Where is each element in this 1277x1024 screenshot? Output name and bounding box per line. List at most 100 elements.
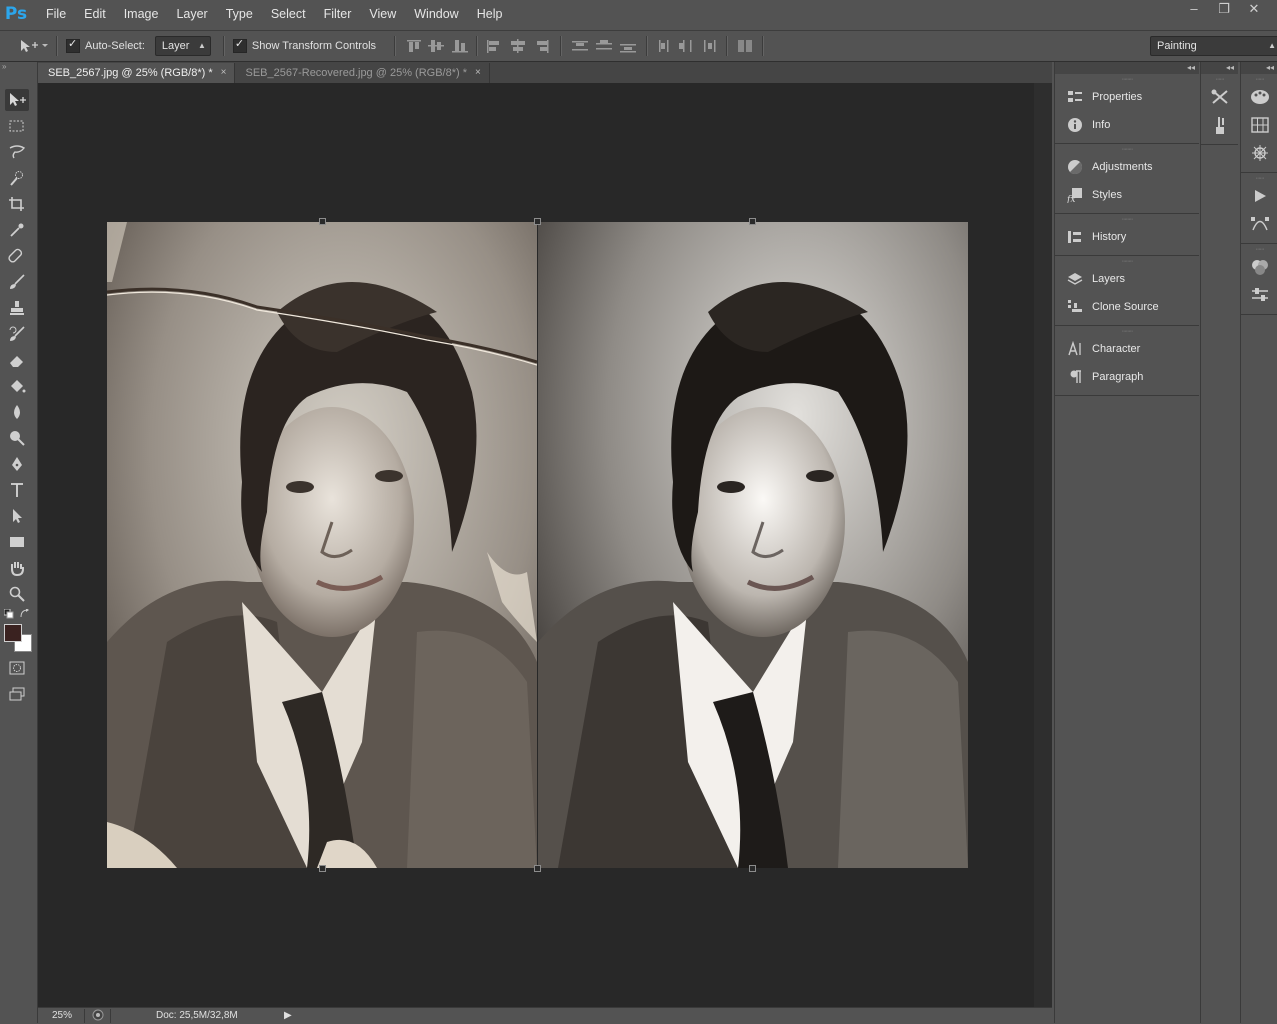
restore-button[interactable]: ❐ bbox=[1209, 0, 1239, 20]
menu-window[interactable]: Window bbox=[405, 0, 467, 28]
eyedropper-tool[interactable] bbox=[5, 219, 29, 241]
align-bottom-edges-icon[interactable] bbox=[448, 38, 472, 54]
panel-character[interactable]: Character bbox=[1055, 335, 1199, 363]
menu-filter[interactable]: Filter bbox=[315, 0, 361, 28]
tool-presets-icon bbox=[1211, 89, 1228, 104]
lasso-tool[interactable] bbox=[5, 141, 29, 163]
swatches-panel-button[interactable] bbox=[1241, 111, 1277, 139]
panel-collapse-icon[interactable]: ◂◂ bbox=[1241, 62, 1277, 74]
dropdown-arrow-icon: ▲ bbox=[198, 41, 206, 50]
brush-presets-button[interactable] bbox=[1201, 111, 1238, 139]
move-tool[interactable] bbox=[5, 89, 29, 111]
panel-clone-source[interactable]: Clone Source bbox=[1055, 293, 1199, 321]
panel-label: Paragraph bbox=[1092, 371, 1144, 383]
toolbox-collapse-icon[interactable]: » bbox=[0, 62, 37, 71]
zoom-tool[interactable] bbox=[5, 583, 29, 605]
menu-select[interactable]: Select bbox=[262, 0, 315, 28]
close-button[interactable]: ✕ bbox=[1239, 0, 1269, 20]
actions-panel-button[interactable] bbox=[1241, 182, 1277, 210]
color-panel-button[interactable] bbox=[1241, 83, 1277, 111]
foreground-color-swatch[interactable] bbox=[4, 624, 22, 642]
vertical-scrollbar[interactable] bbox=[1034, 83, 1052, 1007]
panel-info[interactable]: Info bbox=[1055, 111, 1199, 139]
align-left-edges-icon[interactable] bbox=[482, 38, 506, 54]
panel-layers[interactable]: Layers bbox=[1055, 265, 1199, 293]
panel-properties[interactable]: Properties bbox=[1055, 83, 1199, 111]
align-horizontal-centers-icon[interactable] bbox=[506, 38, 530, 54]
transform-handle[interactable] bbox=[749, 218, 756, 225]
distribute-horizontal-centers-icon[interactable] bbox=[676, 38, 698, 54]
align-vertical-centers-icon[interactable] bbox=[424, 38, 448, 54]
tab-seb-2567[interactable]: SEB_2567.jpg @ 25% (RGB/8*) * × bbox=[38, 63, 236, 83]
svg-text:fx: fx bbox=[1067, 195, 1075, 203]
tab-seb-2567-recovered[interactable]: SEB_2567-Recovered.jpg @ 25% (RGB/8*) * … bbox=[235, 63, 490, 83]
menu-layer[interactable]: Layer bbox=[167, 0, 216, 28]
brush-tool[interactable] bbox=[5, 271, 29, 293]
brush-panel-button[interactable] bbox=[1241, 281, 1277, 309]
workspace-dropdown[interactable]: Painting ▲ bbox=[1150, 36, 1277, 56]
channels-panel-button[interactable] bbox=[1241, 253, 1277, 281]
transform-handle[interactable] bbox=[749, 865, 756, 872]
default-colors-icon[interactable] bbox=[4, 609, 14, 619]
panel-collapse-icon[interactable]: ◂◂ bbox=[1201, 62, 1238, 74]
distribute-vertical-centers-icon[interactable] bbox=[592, 38, 616, 54]
distribute-left-edges-icon[interactable] bbox=[654, 38, 676, 54]
auto-select-label: Auto-Select: bbox=[85, 40, 145, 52]
align-top-edges-icon[interactable] bbox=[404, 38, 424, 54]
path-selection-tool[interactable] bbox=[5, 505, 29, 527]
type-tool[interactable] bbox=[5, 479, 29, 501]
panel-collapse-icon[interactable]: ◂◂ bbox=[1055, 62, 1199, 74]
transform-handle[interactable] bbox=[534, 865, 541, 872]
paint-bucket-tool[interactable] bbox=[5, 375, 29, 397]
menu-file[interactable]: File bbox=[37, 0, 75, 28]
auto-select-value: Layer bbox=[161, 40, 190, 52]
tool-presets-button[interactable] bbox=[1201, 83, 1238, 111]
show-transform-checkbox[interactable] bbox=[232, 37, 247, 53]
panel-adjustments[interactable]: Adjustments bbox=[1055, 153, 1199, 181]
dodge-tool[interactable] bbox=[5, 427, 29, 449]
swap-colors-icon[interactable] bbox=[20, 609, 30, 619]
auto-select-checkbox[interactable] bbox=[66, 37, 80, 53]
menu-type[interactable]: Type bbox=[217, 0, 262, 28]
auto-align-layers-icon[interactable] bbox=[734, 38, 756, 54]
status-menu-arrow-icon[interactable]: ▶ bbox=[284, 1010, 292, 1021]
transform-handle[interactable] bbox=[534, 218, 541, 225]
history-brush-tool[interactable] bbox=[5, 323, 29, 345]
rectangular-marquee-tool[interactable] bbox=[5, 115, 29, 137]
zoom-level[interactable]: 25% bbox=[52, 1010, 72, 1021]
close-tab-icon[interactable]: × bbox=[475, 63, 481, 83]
navigator-panel-button[interactable] bbox=[1241, 139, 1277, 167]
move-tool-preset-icon[interactable] bbox=[18, 38, 48, 54]
panel-styles[interactable]: fx Styles bbox=[1055, 181, 1199, 209]
menu-image[interactable]: Image bbox=[115, 0, 168, 28]
auto-select-dropdown[interactable]: Layer ▲ bbox=[154, 36, 211, 56]
quick-mask-mode[interactable] bbox=[5, 657, 29, 679]
quick-selection-tool[interactable] bbox=[5, 167, 29, 189]
paths-panel-button[interactable] bbox=[1241, 210, 1277, 238]
distribute-top-edges-icon[interactable] bbox=[568, 38, 592, 54]
screen-mode[interactable] bbox=[5, 683, 29, 705]
menu-help[interactable]: Help bbox=[468, 0, 512, 28]
rectangle-tool[interactable] bbox=[5, 531, 29, 553]
eraser-tool[interactable] bbox=[5, 349, 29, 371]
quick-mask-icon bbox=[9, 661, 25, 675]
minimize-button[interactable]: – bbox=[1179, 0, 1209, 20]
pen-tool[interactable] bbox=[5, 453, 29, 475]
document-status-icon[interactable] bbox=[92, 1009, 104, 1021]
align-right-edges-icon[interactable] bbox=[530, 38, 554, 54]
distribute-bottom-edges-icon[interactable] bbox=[616, 38, 640, 54]
close-tab-icon[interactable]: × bbox=[221, 63, 227, 83]
blur-tool[interactable] bbox=[5, 401, 29, 423]
clone-stamp-tool[interactable] bbox=[5, 297, 29, 319]
distribute-right-edges-icon[interactable] bbox=[698, 38, 720, 54]
transform-handle[interactable] bbox=[319, 218, 326, 225]
menu-edit[interactable]: Edit bbox=[75, 0, 115, 28]
menu-view[interactable]: View bbox=[360, 0, 405, 28]
transform-handle[interactable] bbox=[319, 865, 326, 872]
spot-healing-tool[interactable] bbox=[5, 245, 29, 267]
panel-history[interactable]: History bbox=[1055, 223, 1199, 251]
hand-tool[interactable] bbox=[5, 557, 29, 579]
panel-paragraph[interactable]: Paragraph bbox=[1055, 363, 1199, 391]
crop-tool[interactable] bbox=[5, 193, 29, 215]
document-size: Doc: 25,5M/32,8M bbox=[156, 1010, 238, 1021]
